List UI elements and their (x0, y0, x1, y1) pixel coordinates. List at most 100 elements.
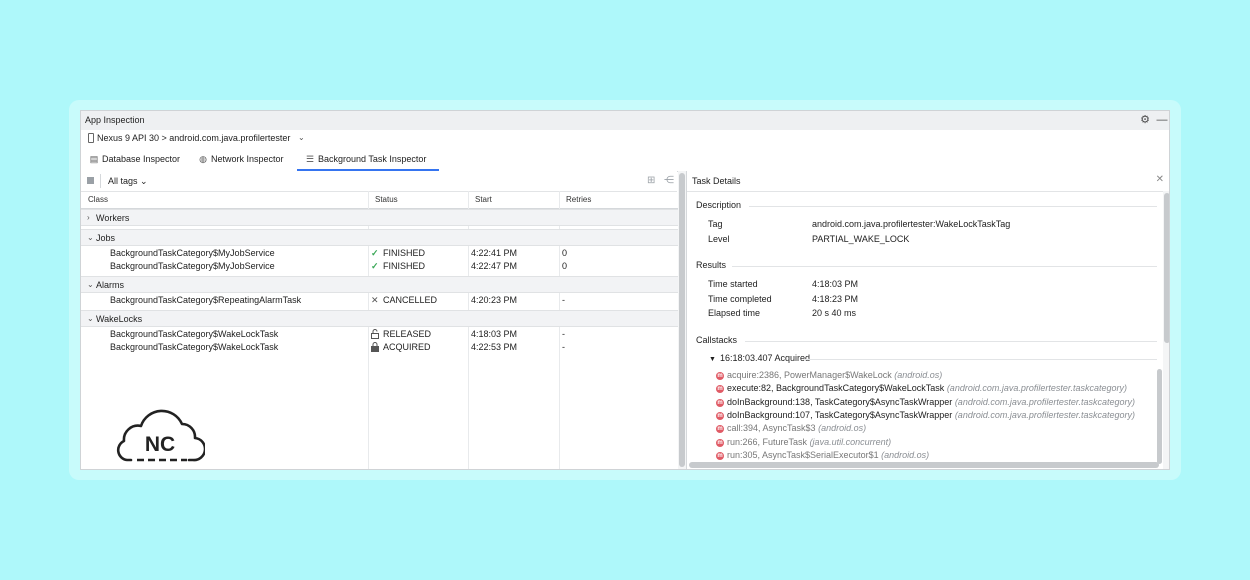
cell-retries: 0 (562, 248, 568, 258)
section-divider (749, 206, 1157, 207)
tab-network-inspector[interactable]: ◍ Network Inspector (198, 148, 283, 171)
list-icon: ☰ (305, 154, 315, 164)
cell-retries: - (562, 342, 565, 352)
details-header: Task Details ✕ (687, 171, 1169, 192)
section-description: Description (696, 200, 742, 210)
callstack-entry[interactable]: ▼ 16:18:03.407 Acquired (709, 353, 810, 363)
stack-frame[interactable]: m doInBackground:138, TaskCategory$AsyncT… (716, 397, 1135, 407)
group-jobs[interactable]: ⌄ Jobs (81, 229, 678, 246)
unlock-icon (371, 329, 379, 341)
group-wakelocks[interactable]: ⌄ WakeLocks (81, 310, 678, 327)
tab-background-task-inspector[interactable]: ☰ Background Task Inspector (297, 148, 439, 171)
cell-start: 4:22:53 PM (471, 342, 518, 352)
time-completed-value: 4:18:23 PM (812, 294, 859, 304)
chevron-down-icon[interactable]: ⌄ (87, 314, 94, 323)
frame-fn: execute:82, BackgroundTaskCategory$WakeL… (727, 383, 945, 393)
scrollbar-thumb[interactable] (679, 173, 685, 467)
chevron-down-icon[interactable]: ⌄ (87, 233, 94, 242)
graph-view-icon[interactable]: ⋲ (664, 175, 674, 186)
group-alarms[interactable]: ⌄ Alarms (81, 276, 678, 293)
cell-class: BackgroundTaskCategory$WakeLockTask (110, 342, 279, 352)
close-icon[interactable]: ✕ (1156, 174, 1164, 185)
cell-status: RELEASED (383, 329, 432, 339)
table-row[interactable]: BackgroundTaskCategory$MyJobService ✓ FI… (81, 247, 678, 260)
table-row[interactable]: BackgroundTaskCategory$WakeLockTask ACQU… (81, 341, 678, 354)
phone-icon (88, 133, 94, 143)
globe-icon: ◍ (199, 154, 207, 164)
col-class[interactable]: Class (88, 195, 108, 204)
stack-frame[interactable]: m run:266, FutureTask (java.util.concurre… (716, 437, 891, 447)
elapsed-time-value: 20 s 40 ms (812, 308, 857, 318)
table-view-icon[interactable]: ⊞ (647, 175, 655, 186)
frame-pkg: (android.os) (894, 370, 943, 380)
cell-retries: - (562, 295, 565, 305)
tag-value: android.com.java.profilertester:WakeLock… (812, 219, 1011, 229)
table-scrollbar[interactable] (678, 171, 686, 469)
stop-icon[interactable] (87, 177, 94, 184)
minimize-icon[interactable]: — (1155, 113, 1169, 127)
x-icon: ✕ (371, 295, 379, 305)
gear-icon[interactable]: ⚙ (1138, 113, 1152, 127)
frame-fn: run:266, FutureTask (727, 437, 808, 447)
stack-frame[interactable]: m doInBackground:107, TaskCategory$AsyncT… (716, 410, 1135, 420)
frame-pkg: (android.os) (881, 450, 930, 460)
cell-class: BackgroundTaskCategory$WakeLockTask (110, 329, 279, 339)
level-key: Level (708, 234, 730, 244)
details-scrollbar[interactable] (1163, 191, 1169, 469)
section-divider (732, 266, 1157, 267)
cell-class: BackgroundTaskCategory$MyJobService (110, 261, 275, 271)
device-label: Nexus 9 API 30 > android.com.java.profil… (97, 133, 291, 143)
method-icon: m (716, 399, 724, 407)
callstack-scrollbar[interactable] (1157, 369, 1162, 464)
table-row[interactable]: BackgroundTaskCategory$RepeatingAlarmTas… (81, 294, 678, 307)
tab-database-inspector[interactable]: ▤ Database Inspector (89, 148, 180, 171)
details-title: Task Details (692, 176, 741, 186)
cell-retries: - (562, 329, 565, 339)
check-icon: ✓ (371, 261, 379, 271)
col-retries[interactable]: Retries (566, 195, 591, 204)
group-label: Alarms (96, 280, 125, 290)
stack-frame[interactable]: m acquire:2386, PowerManager$WakeLock (an… (716, 370, 942, 380)
tags-dropdown[interactable]: All tags ⌄ (108, 176, 148, 187)
device-selector[interactable]: Nexus 9 API 30 > android.com.java.profil… (81, 130, 1169, 149)
frame-fn: call:394, AsyncTask$3 (727, 423, 816, 433)
col-status[interactable]: Status (375, 195, 398, 204)
stack-frame[interactable]: m execute:82, BackgroundTaskCategory$Wake… (716, 383, 1127, 393)
lock-icon (371, 342, 379, 354)
horizontal-scrollbar[interactable] (689, 462, 1159, 468)
task-details-pane: Task Details ✕ Description Tag android.c… (687, 171, 1169, 469)
frame-pkg: (java.util.concurrent) (809, 437, 892, 447)
section-divider (745, 341, 1157, 342)
section-callstacks: Callstacks (696, 335, 738, 345)
app-inspection-window: App Inspection ⚙ — Nexus 9 API 30 > andr… (80, 110, 1170, 470)
group-workers[interactable]: › Workers (81, 209, 678, 226)
frame-fn: run:305, AsyncTask$SerialExecutor$1 (727, 450, 879, 460)
nc-cloud-logo: NC (115, 407, 207, 467)
method-icon: m (716, 452, 724, 460)
frame-fn: doInBackground:107, TaskCategory$AsyncTa… (727, 410, 953, 420)
cell-class: BackgroundTaskCategory$MyJobService (110, 248, 275, 258)
cell-class: BackgroundTaskCategory$RepeatingAlarmTas… (110, 295, 302, 305)
table-row[interactable]: BackgroundTaskCategory$MyJobService ✓ FI… (81, 260, 678, 273)
logo-text: NC (145, 433, 175, 456)
chevron-down-icon[interactable]: ⌄ (298, 133, 305, 142)
triangle-down-icon: ▼ (709, 356, 716, 363)
scrollbar-thumb[interactable] (1164, 193, 1169, 343)
chevron-down-icon[interactable]: ⌄ (87, 280, 94, 289)
time-started-value: 4:18:03 PM (812, 279, 859, 289)
col-start[interactable]: Start (475, 195, 492, 204)
chevron-right-icon[interactable]: › (87, 213, 90, 222)
frame-pkg: (android.com.java.profilertester.taskcat… (954, 397, 1136, 407)
chevron-down-icon: ⌄ (140, 176, 148, 186)
stack-frame[interactable]: m run:305, AsyncTask$SerialExecutor$1 (an… (716, 450, 929, 460)
cell-retries: 0 (562, 261, 568, 271)
table-row[interactable]: BackgroundTaskCategory$WakeLockTask RELE… (81, 328, 678, 341)
stack-frame[interactable]: m call:394, AsyncTask$3 (android.os) (716, 423, 866, 433)
tag-key: Tag (708, 219, 723, 229)
inspector-tabs: ▤ Database Inspector ◍ Network Inspector ☰… (81, 148, 1169, 172)
group-label: Workers (96, 213, 130, 223)
table-header: Class Status Start Retries (81, 192, 678, 209)
cell-status: CANCELLED (383, 295, 438, 305)
time-completed-key: Time completed (708, 294, 772, 304)
cell-status: FINISHED (383, 261, 426, 271)
